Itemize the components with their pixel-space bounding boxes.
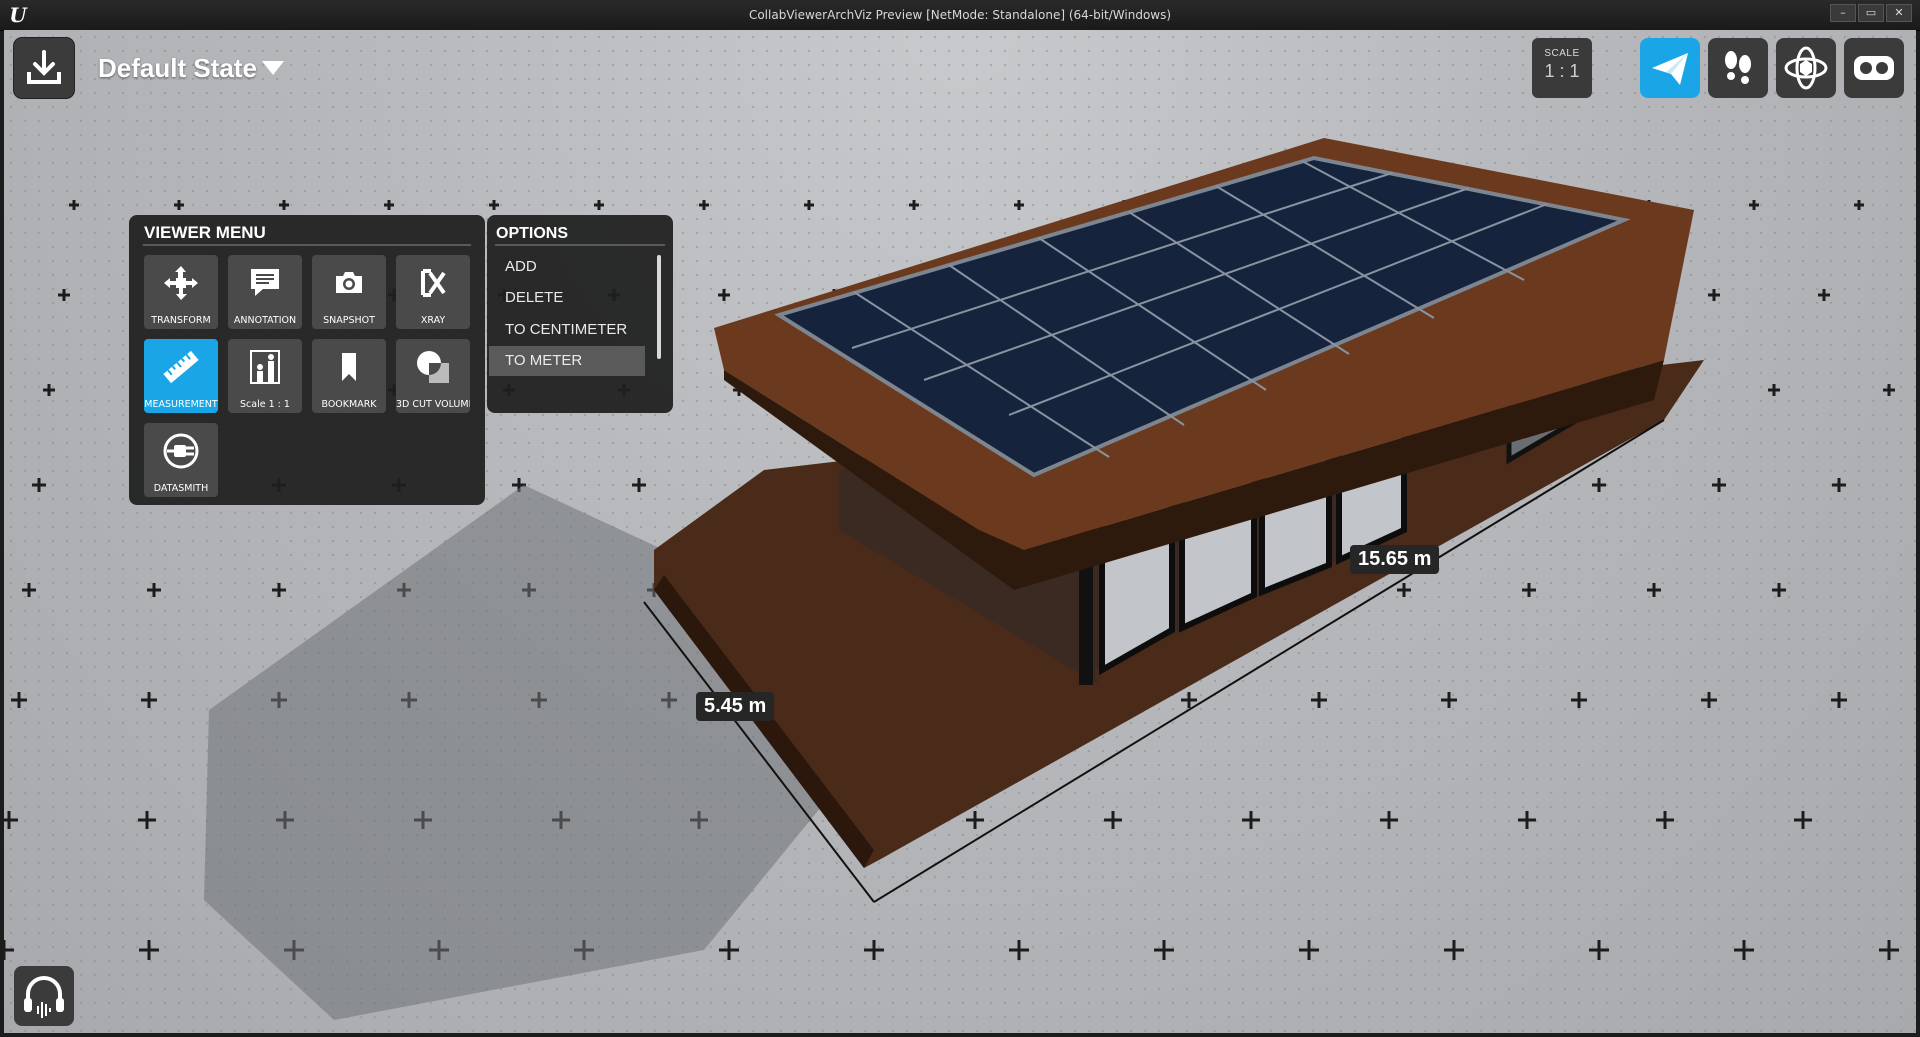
chevron-down-icon[interactable]: [262, 61, 284, 75]
minimize-button[interactable]: –: [1830, 4, 1856, 22]
xray-icon: [421, 269, 446, 297]
viewer-menu-title: VIEWER MENU: [144, 223, 266, 242]
scale-label: SCALE: [1544, 48, 1580, 59]
tool-label: Scale 1 : 1: [240, 399, 290, 410]
scale-value: 1 : 1: [1544, 61, 1580, 81]
option-to-centimeter[interactable]: TO CENTIMETER: [489, 315, 645, 345]
vr-icon: [1854, 56, 1894, 80]
snapshot-button[interactable]: SNAPSHOT: [312, 255, 386, 329]
transform-button[interactable]: TRANSFORM: [144, 255, 218, 329]
scene-render: [4, 138, 1899, 1020]
scale-indicator: SCALE 1 : 1: [1532, 38, 1592, 98]
plug-icon: [163, 433, 199, 469]
measurement-button[interactable]: MEASUREMENT: [144, 339, 218, 413]
scale-button[interactable]: Scale 1 : 1: [228, 339, 302, 413]
title-bar: U CollabViewerArchViz Preview [NetMode: …: [0, 0, 1920, 31]
option-add[interactable]: ADD: [489, 252, 645, 282]
walk-icon: [1725, 51, 1751, 84]
ruler-icon: [163, 350, 199, 384]
window-title: CollabViewerArchViz Preview [NetMode: St…: [748, 8, 1172, 22]
orbit-mode-button[interactable]: [1776, 38, 1836, 98]
tool-label: MEASUREMENT: [144, 399, 218, 410]
bookmark-button[interactable]: BOOKMARK: [312, 339, 386, 413]
tool-label: BOOKMARK: [321, 399, 377, 410]
camera-icon: [336, 272, 362, 293]
window-controls: – ▭ ✕: [1830, 4, 1912, 22]
options-panel: OPTIONS ADD DELETE TO CENTIMETER TO METE…: [487, 215, 673, 413]
headset-icon: [24, 976, 64, 1018]
tool-label: DATASMITH: [153, 483, 209, 494]
tool-label: XRAY: [420, 315, 446, 326]
transform-icon: [164, 266, 198, 300]
tool-label: ANNOTATION: [233, 315, 297, 326]
bookmark-icon: [342, 353, 356, 381]
voice-chat-button[interactable]: [14, 966, 74, 1026]
walk-mode-button[interactable]: [1708, 38, 1768, 98]
option-delete[interactable]: DELETE: [489, 283, 645, 313]
divider: [143, 244, 471, 246]
app-window: U CollabViewerArchViz Preview [NetMode: …: [0, 0, 1920, 1037]
viewer-menu-panel: VIEWER MENU TRANSFORM ANNOTATION SNAPSHO…: [129, 215, 485, 505]
close-button[interactable]: ✕: [1886, 4, 1912, 22]
options-scrollbar[interactable]: [657, 255, 661, 359]
measurement-label-width[interactable]: 5.45 m: [696, 692, 775, 721]
state-dropdown-label[interactable]: Default State: [98, 53, 257, 84]
orbit-icon: [1784, 46, 1828, 90]
vr-mode-button[interactable]: [1844, 38, 1904, 98]
tool-label: SNAPSHOT: [323, 315, 375, 326]
option-to-meter[interactable]: TO METER: [489, 346, 645, 376]
fly-icon: [1652, 53, 1688, 85]
maximize-button[interactable]: ▭: [1858, 4, 1884, 22]
divider: [495, 244, 665, 246]
measurement-label-length[interactable]: 15.65 m: [1350, 545, 1440, 574]
tool-label: 3D CUT VOLUME: [396, 399, 470, 410]
datasmith-button[interactable]: DATASMITH: [144, 423, 218, 497]
annotation-icon: [251, 269, 279, 296]
cut-volume-button[interactable]: 3D CUT VOLUME: [396, 339, 470, 413]
3d-viewport[interactable]: 15.65 m 5.45 m: [4, 30, 1916, 1033]
fly-mode-button[interactable]: [1640, 38, 1700, 98]
xray-button[interactable]: XRAY: [396, 255, 470, 329]
tool-label: TRANSFORM: [151, 315, 211, 326]
options-title: OPTIONS: [496, 225, 569, 242]
cut-volume-icon: [417, 351, 449, 383]
download-icon: [27, 50, 61, 84]
annotation-button[interactable]: ANNOTATION: [228, 255, 302, 329]
download-button[interactable]: [14, 38, 74, 98]
scale-people-icon: [250, 350, 280, 384]
